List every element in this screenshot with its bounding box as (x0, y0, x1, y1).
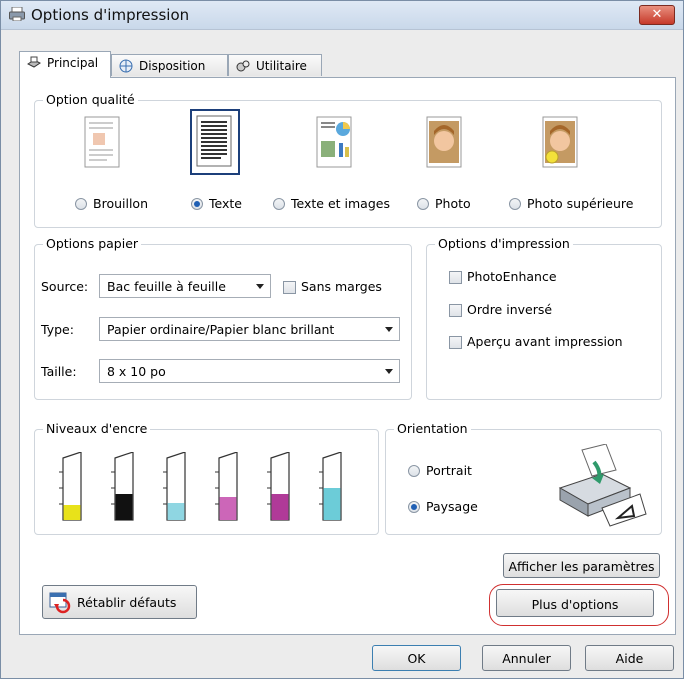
source-select[interactable]: Bac feuille à feuille (99, 274, 271, 298)
photoenhance-checkbox[interactable] (449, 271, 462, 284)
size-label: Taille: (41, 364, 77, 379)
tab-utilitaire[interactable]: Utilitaire (228, 54, 322, 76)
quality-text-label: Texte (209, 196, 242, 211)
type-select[interactable]: Papier ordinaire/Papier blanc brillant (99, 317, 400, 341)
quality-draft-radio[interactable] (75, 198, 87, 210)
close-button[interactable]: ✕ (639, 5, 675, 25)
chevron-down-icon (256, 284, 264, 289)
title-bar: Options d'impression ✕ (1, 1, 683, 30)
ink-tank-2 (111, 452, 134, 521)
quality-text-radio[interactable] (191, 198, 203, 210)
ok-label: OK (407, 651, 426, 666)
borderless-label: Sans marges (301, 279, 382, 294)
best-photo-icon (542, 116, 578, 168)
print-options-group: Options d'impression PhotoEnhance Ordre … (426, 236, 662, 400)
preview-checkbox[interactable] (449, 336, 462, 349)
utility-icon (236, 60, 250, 72)
type-value: Papier ordinaire/Papier blanc brillant (107, 322, 335, 337)
print-options-group-label: Options d'impression (435, 236, 573, 251)
reset-icon (49, 592, 71, 614)
source-value: Bac feuille à feuille (107, 279, 226, 294)
chevron-down-icon (385, 327, 393, 332)
tab-principal[interactable]: Principal (19, 51, 111, 78)
quality-text-images-label: Texte et images (291, 196, 390, 211)
ink-levels-group: Niveaux d'encre (34, 421, 379, 535)
landscape-printer-icon (558, 444, 647, 527)
print-options-window: Options d'impression ✕ Principal Disposi… (0, 0, 684, 679)
cancel-label: Annuler (502, 651, 551, 666)
reset-defaults-button[interactable]: Rétablir défauts (42, 585, 197, 619)
quality-best-photo-radio[interactable] (509, 198, 521, 210)
ink-tank-3 (163, 452, 186, 521)
tab-label: Disposition (139, 59, 206, 73)
tab-panel-principal: Option qualité Brouillon Texte Texte et … (19, 77, 676, 635)
ok-button[interactable]: OK (372, 645, 461, 671)
highlight-annotation (489, 584, 669, 626)
orientation-landscape-radio[interactable] (408, 501, 420, 513)
type-label: Type: (41, 322, 74, 337)
text-document-icon (196, 115, 232, 167)
orientation-portrait-label: Portrait (426, 463, 472, 478)
ink-tank-6 (319, 452, 342, 521)
ink-tank-5 (267, 452, 290, 521)
ink-tank-4 (215, 452, 238, 521)
quality-photo-radio[interactable] (417, 198, 429, 210)
show-settings-label: Afficher les paramètres (508, 559, 655, 574)
chevron-down-icon (385, 369, 393, 374)
quality-draft-label: Brouillon (93, 196, 148, 211)
tab-label: Principal (47, 56, 99, 70)
reverse-order-checkbox[interactable] (449, 304, 462, 317)
text-and-images-icon (316, 116, 352, 168)
draft-document-icon (84, 116, 120, 168)
printer-icon (27, 56, 41, 68)
reverse-order-label: Ordre inversé (467, 302, 553, 317)
show-settings-button[interactable]: Afficher les paramètres (503, 553, 660, 578)
quality-text-images-radio[interactable] (273, 198, 285, 210)
photo-icon (426, 116, 462, 168)
help-label: Aide (615, 651, 644, 666)
paper-group-label: Options papier (43, 236, 142, 251)
size-value: 8 x 10 po (107, 364, 166, 379)
layout-icon (119, 59, 133, 73)
cancel-button[interactable]: Annuler (482, 645, 571, 671)
window-title: Options d'impression (31, 6, 190, 24)
help-button[interactable]: Aide (585, 645, 674, 671)
printer-icon (9, 7, 25, 21)
orientation-landscape-label: Paysage (426, 499, 478, 514)
orientation-group: Orientation Portrait Paysage (385, 421, 662, 535)
ink-group-label: Niveaux d'encre (43, 421, 151, 436)
source-label: Source: (41, 279, 89, 294)
ink-tank-1 (59, 452, 82, 521)
tab-label: Utilitaire (256, 59, 307, 73)
quality-photo-label: Photo (435, 196, 471, 211)
paper-group: Options papier Source: Bac feuille à feu… (34, 236, 412, 400)
photoenhance-label: PhotoEnhance (467, 269, 557, 284)
quality-best-photo-label: Photo supérieure (527, 196, 634, 211)
borderless-checkbox[interactable] (283, 281, 296, 294)
quality-group-label: Option qualité (43, 92, 138, 107)
quality-group: Option qualité Brouillon Texte Texte et … (34, 92, 662, 228)
orientation-portrait-radio[interactable] (408, 465, 420, 477)
size-select[interactable]: 8 x 10 po (99, 359, 400, 383)
tab-disposition[interactable]: Disposition (111, 54, 228, 76)
orientation-group-label: Orientation (394, 421, 471, 436)
close-icon: ✕ (651, 7, 663, 22)
preview-label: Aperçu avant impression (467, 334, 623, 349)
reset-defaults-label: Rétablir défauts (77, 595, 177, 610)
